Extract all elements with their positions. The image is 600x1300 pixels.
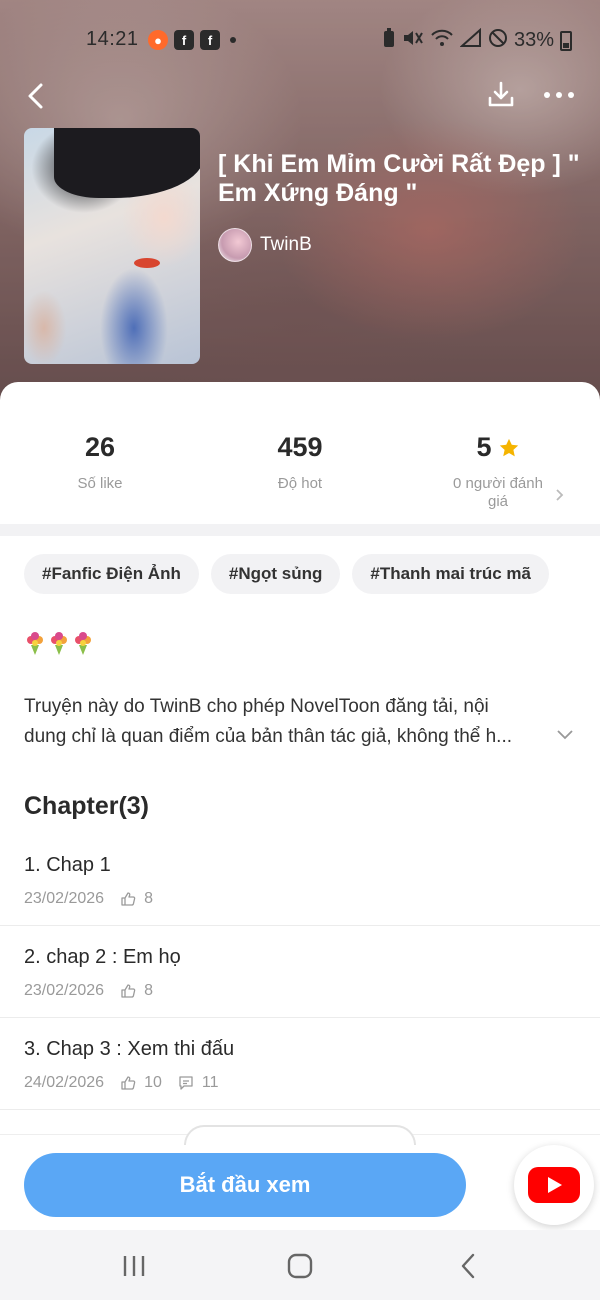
tag-list: #Fanfic Điện Ảnh #Ngọt sủng #Thanh mai t… (24, 554, 549, 594)
facebook-icon: f (200, 30, 220, 50)
hot-count: 459 (277, 432, 323, 462)
tag-chip[interactable]: #Ngọt sủng (210, 554, 341, 594)
back-button[interactable] (18, 78, 54, 114)
tag-chip[interactable]: #Thanh mai trúc mã (352, 554, 549, 594)
chapter-row[interactable]: 1. Chap 1 23/02/2026 8 (0, 834, 600, 926)
expand-chevron-icon[interactable] (556, 728, 574, 740)
home-button[interactable] (280, 1246, 320, 1286)
description-line: dung chỉ là quan điểm của bản thân tác g… (24, 726, 513, 747)
chapter-likes: 8 (144, 982, 153, 999)
floating-pill-peek[interactable] (184, 1125, 416, 1145)
dnd-icon (488, 28, 508, 53)
download-button[interactable] (482, 76, 520, 114)
comment-icon (179, 1076, 193, 1090)
author-avatar (218, 228, 252, 262)
chapter-likes: 8 (144, 890, 153, 907)
description-line: Truyện này do TwinB cho phép NovelToon đ… (24, 696, 489, 717)
youtube-icon (528, 1167, 580, 1203)
thumbs-up-icon (121, 984, 136, 998)
chapter-row[interactable]: 2. chap 2 : Em họ 23/02/2026 8 (0, 926, 600, 1018)
chapter-date: 24/02/2026 (24, 1074, 105, 1091)
bouquet-icon (27, 632, 43, 655)
story-cover-image (24, 128, 200, 364)
start-reading-button[interactable]: Bắt đầu xem (24, 1153, 466, 1217)
story-description[interactable]: Truyện này do TwinB cho phép NovelToon đ… (24, 692, 544, 752)
top-bar (0, 72, 600, 120)
status-time: 14:21 (86, 28, 139, 50)
mute-icon (402, 28, 424, 53)
chapter-date: 23/02/2026 (24, 982, 105, 999)
chapter-likes: 10 (144, 1074, 162, 1091)
signal-icon (459, 27, 482, 53)
bouquet-icon (51, 632, 67, 655)
stat-likes: 26 Số like (0, 432, 200, 493)
screen-record-icon: ● (148, 30, 168, 50)
cover-hair-shape (54, 128, 200, 198)
stats-row: 26 Số like 459 Độ hot 5 0 người đánh giá (0, 422, 600, 522)
stat-rating[interactable]: 5 0 người đánh giá (398, 432, 598, 511)
chapter-heading: Chapter(3) (24, 792, 150, 820)
bouquet-emoji-row (24, 632, 94, 656)
rating-label: 0 người đánh giá (453, 475, 543, 510)
recent-apps-icon (123, 1256, 145, 1276)
likes-label: Số like (77, 475, 123, 492)
star-icon (499, 438, 518, 456)
recent-apps-button[interactable] (114, 1246, 154, 1286)
dot-icon (230, 37, 236, 43)
status-notification-icons: ● f f (148, 30, 236, 50)
likes-count: 26 (84, 432, 116, 462)
story-title: [ Khi Em Mỉm Cười Rất Đẹp ] " Em Xứng Đá… (218, 150, 580, 207)
back-arrow-icon (461, 1253, 475, 1279)
youtube-float-button[interactable] (514, 1145, 594, 1225)
status-system-icons: 33% (382, 27, 572, 53)
more-button[interactable] (540, 76, 578, 114)
bouquet-icon (75, 632, 91, 655)
battery-icon (560, 30, 572, 51)
system-nav-bar (0, 1230, 600, 1300)
chevron-right-icon (556, 489, 564, 501)
facebook-icon: f (174, 30, 194, 50)
hot-label: Độ hot (277, 475, 323, 492)
more-horizontal-icon (544, 92, 574, 98)
chapter-date: 23/02/2026 (24, 890, 105, 907)
content-sheet: 26 Số like 459 Độ hot 5 0 người đánh giá… (0, 382, 600, 1300)
chapter-title: 2. chap 2 : Em họ (24, 946, 181, 968)
author-name: TwinB (260, 234, 312, 255)
rating-value-row: 5 (398, 432, 598, 463)
download-icon (488, 81, 514, 107)
chapter-meta: 23/02/2026 8 (24, 982, 153, 1000)
bottom-action-bar: Bắt đầu xem (0, 1125, 600, 1230)
thumbs-up-icon (121, 892, 136, 906)
system-back-button[interactable] (448, 1246, 488, 1286)
author-link[interactable]: TwinB (218, 228, 312, 262)
chapter-row[interactable]: 3. Chap 3 : Xem thi đấu 24/02/2026 10 11 (0, 1018, 600, 1110)
battery-percent: 33% (513, 29, 554, 51)
home-icon (287, 1253, 313, 1279)
stat-hot: 459 Độ hot (200, 432, 400, 493)
cover-lips-shape (134, 258, 160, 268)
status-bar: 14:21 ● f f 33% (0, 22, 600, 58)
rating-value: 5 (476, 432, 492, 462)
battery-saver-icon (382, 28, 396, 53)
chapter-meta: 24/02/2026 10 11 (24, 1074, 218, 1092)
chapter-title: 3. Chap 3 : Xem thi đấu (24, 1038, 235, 1060)
wifi-icon (430, 28, 454, 53)
chevron-left-icon (28, 83, 43, 109)
tag-chip[interactable]: #Fanfic Điện Ảnh (24, 554, 199, 594)
section-divider (0, 524, 600, 536)
chapter-comments: 11 (201, 1074, 219, 1091)
thumbs-up-icon (121, 1076, 136, 1090)
chapter-title: 1. Chap 1 (24, 854, 111, 876)
chapter-meta: 23/02/2026 8 (24, 890, 153, 908)
